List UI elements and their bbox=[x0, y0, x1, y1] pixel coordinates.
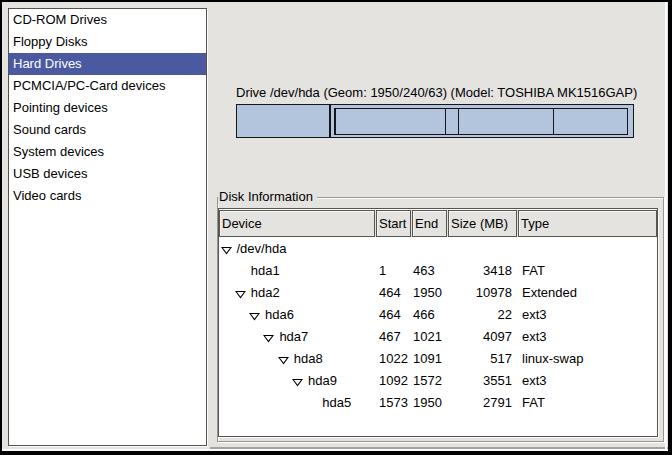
start-value: 464 bbox=[379, 304, 411, 326]
expander-open-icon[interactable] bbox=[221, 246, 232, 255]
sidebar-item-cd-rom-drives[interactable]: CD-ROM Drives bbox=[9, 9, 206, 31]
end-value: 1091 bbox=[413, 348, 445, 370]
table-row-hda2[interactable]: hda2 464195010978 Extended bbox=[219, 282, 657, 304]
start-value: 1092 bbox=[379, 370, 411, 392]
table-row--dev-hda[interactable]: /dev/hda bbox=[219, 238, 657, 260]
sidebar-item-pcmcia-pc-card-devices[interactable]: PCMCIA/PC-Card devices bbox=[9, 75, 206, 97]
device-name: hda7 bbox=[279, 326, 308, 348]
expander-open-icon[interactable] bbox=[292, 378, 303, 387]
size-value: 2791 bbox=[448, 392, 512, 414]
end-value: 466 bbox=[413, 304, 445, 326]
table-header-row: DeviceStartEndSize (MB)Type bbox=[219, 210, 657, 237]
window-border-bottom bbox=[0, 451, 672, 455]
size-value bbox=[448, 238, 512, 260]
column-header-end[interactable]: End bbox=[412, 210, 447, 237]
partition-segment-hda2 bbox=[330, 104, 634, 138]
expander-open-icon[interactable] bbox=[263, 334, 274, 343]
table-row-hda9[interactable]: hda9 109215723551 ext3 bbox=[219, 370, 657, 392]
table-row-hda5[interactable]: hda5 157319502791 FAT bbox=[219, 392, 657, 414]
partition-segment-hda1 bbox=[236, 104, 330, 138]
end-value: 1950 bbox=[413, 282, 445, 304]
type-value: ext3 bbox=[522, 326, 656, 348]
type-value: linux-swap bbox=[522, 348, 656, 370]
end-value: 463 bbox=[413, 260, 445, 282]
device-name: hda8 bbox=[294, 348, 323, 370]
expander-open-icon[interactable] bbox=[249, 312, 260, 321]
column-header-device[interactable]: Device bbox=[219, 210, 375, 237]
table-row-hda7[interactable]: hda7 46710214097 ext3 bbox=[219, 326, 657, 348]
start-value: 464 bbox=[379, 282, 411, 304]
sidebar-item-system-devices[interactable]: System devices bbox=[9, 141, 206, 163]
size-value: 10978 bbox=[448, 282, 512, 304]
partition-segment-hda8 bbox=[445, 108, 459, 135]
column-header-size-mb-[interactable]: Size (MB) bbox=[448, 210, 517, 237]
size-value: 4097 bbox=[448, 326, 512, 348]
end-value: 1021 bbox=[413, 326, 445, 348]
sidebar-item-sound-cards[interactable]: Sound cards bbox=[9, 119, 206, 141]
sidebar-item-video-cards[interactable]: Video cards bbox=[9, 185, 206, 207]
type-value: ext3 bbox=[522, 370, 656, 392]
type-value: FAT bbox=[522, 392, 656, 414]
device-category-list: CD-ROM DrivesFloppy DisksHard DrivesPCMC… bbox=[8, 8, 207, 446]
size-value: 517 bbox=[448, 348, 512, 370]
expander-open-icon[interactable] bbox=[278, 356, 289, 365]
partition-segment-hda5 bbox=[553, 108, 628, 135]
disk-information-table: DeviceStartEndSize (MB)Type /dev/hdahda1… bbox=[218, 208, 658, 437]
end-value: 1572 bbox=[413, 370, 445, 392]
size-value: 3551 bbox=[448, 370, 512, 392]
table-row-hda1[interactable]: hda1 14633418 FAT bbox=[219, 260, 657, 282]
type-value: FAT bbox=[522, 260, 656, 282]
hardware-browser-window: CD-ROM DrivesFloppy DisksHard DrivesPCMC… bbox=[0, 0, 672, 455]
window-right-bevel-highlight bbox=[665, 2, 667, 449]
partition-segment-hda7 bbox=[335, 108, 446, 135]
start-value: 467 bbox=[379, 326, 411, 348]
sidebar-item-floppy-disks[interactable]: Floppy Disks bbox=[9, 31, 206, 53]
sidebar-item-hard-drives[interactable]: Hard Drives bbox=[9, 53, 206, 75]
start-value: 1 bbox=[379, 260, 411, 282]
window-border-left bbox=[0, 0, 2, 455]
type-value: ext3 bbox=[522, 304, 656, 326]
sidebar-item-usb-devices[interactable]: USB devices bbox=[9, 163, 206, 185]
start-value: 1022 bbox=[379, 348, 411, 370]
column-header-start[interactable]: Start bbox=[376, 210, 411, 237]
end-value bbox=[413, 238, 445, 260]
column-header-type[interactable]: Type bbox=[518, 210, 657, 237]
window-border-top bbox=[0, 0, 672, 2]
drive-geometry-label: Drive /dev/hda (Geom: 1950/240/63) (Mode… bbox=[236, 85, 634, 100]
device-name: hda6 bbox=[265, 304, 294, 326]
size-value: 3418 bbox=[448, 260, 512, 282]
disk-information-label: Disk Information bbox=[218, 189, 317, 204]
device-name: hda9 bbox=[308, 370, 337, 392]
window-border-right bbox=[668, 0, 672, 455]
partition-segment-hda9 bbox=[458, 108, 554, 135]
device-name: hda5 bbox=[322, 392, 351, 414]
table-row-hda6[interactable]: hda6 46446622 ext3 bbox=[219, 304, 657, 326]
device-name: /dev/hda bbox=[237, 238, 287, 260]
sidebar-item-pointing-devices[interactable]: Pointing devices bbox=[9, 97, 206, 119]
type-value: Extended bbox=[522, 282, 656, 304]
size-value: 22 bbox=[448, 304, 512, 326]
table-row-hda8[interactable]: hda8 10221091517 linux-swap bbox=[219, 348, 657, 370]
device-name: hda1 bbox=[251, 260, 280, 282]
partition-bar bbox=[236, 104, 634, 138]
start-value: 1573 bbox=[379, 392, 411, 414]
device-name: hda2 bbox=[251, 282, 280, 304]
end-value: 1950 bbox=[413, 392, 445, 414]
expander-open-icon[interactable] bbox=[235, 290, 246, 299]
start-value bbox=[379, 238, 411, 260]
type-value bbox=[522, 238, 656, 260]
